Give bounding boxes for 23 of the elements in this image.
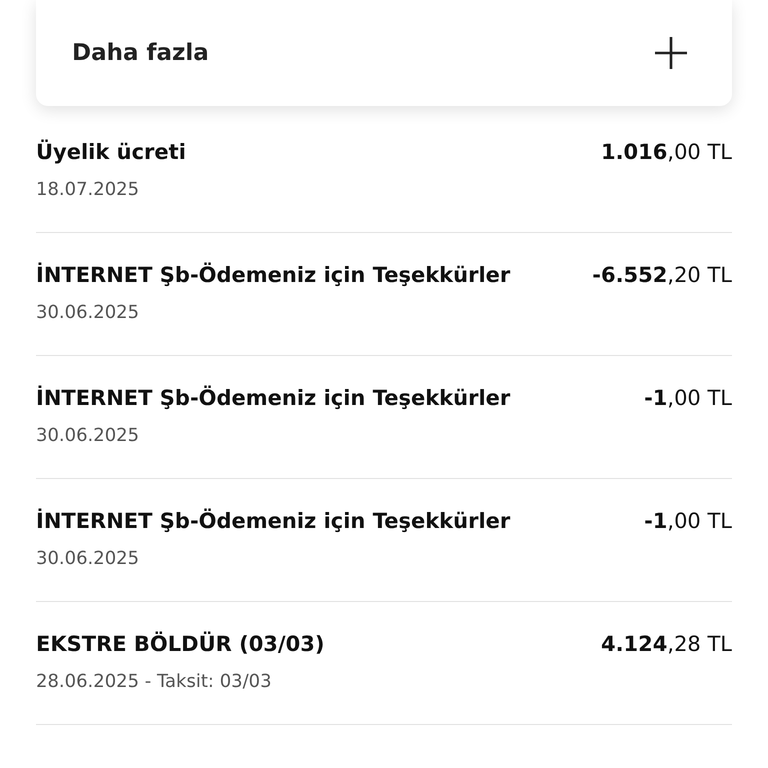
plus-icon[interactable] (654, 36, 688, 70)
transaction-date: 28.06.2025 - Taksit: 03/03 (36, 671, 273, 693)
transaction-row[interactable]: İNTERNET Şb-Ödemeniz için Teşekkürler 30.06.2025 -1,00 TL (36, 356, 732, 479)
transaction-amount: -6.552,20 TL (592, 262, 732, 288)
transaction-amount: 4.124,28 TL (600, 631, 732, 657)
transaction-row[interactable]: İNTERNET Şb-Ödemeniz için Teşekkürler 30.06.2025 -1,00 TL (36, 479, 732, 602)
transaction-title: Üyelik ücreti (36, 139, 186, 165)
more-card[interactable]: Daha fazla (36, 0, 732, 106)
transaction-row[interactable]: EKSTRE BÖLDÜR (03/03) 28.06.2025 - Taksit: 03/03 4.124,28 TL (36, 602, 732, 725)
transaction-date: 30.06.2025 (36, 425, 140, 447)
transaction-date: 30.06.2025 (36, 548, 140, 570)
transaction-amount: 1.016,00 TL (600, 139, 732, 165)
transaction-amount: -1,00 TL (644, 508, 732, 534)
transaction-amount: -1,00 TL (644, 385, 732, 411)
transaction-row[interactable]: Üyelik ücreti 18.07.2025 1.016,00 TL (36, 110, 732, 233)
more-label: Daha fazla (72, 40, 209, 66)
transaction-title: EKSTRE BÖLDÜR (03/03) (36, 631, 324, 657)
transaction-row[interactable]: İNTERNET Şb-Ödemeniz için Teşekkürler 30.06.2025 -6.552,20 TL (36, 233, 732, 356)
transaction-date: 18.07.2025 (36, 179, 140, 201)
transaction-title: İNTERNET Şb-Ödemeniz için Teşekkürler (36, 262, 510, 288)
transaction-date: 30.06.2025 (36, 302, 140, 324)
transaction-title: İNTERNET Şb-Ödemeniz için Teşekkürler (36, 508, 510, 534)
transaction-title: İNTERNET Şb-Ödemeniz için Teşekkürler (36, 385, 510, 411)
